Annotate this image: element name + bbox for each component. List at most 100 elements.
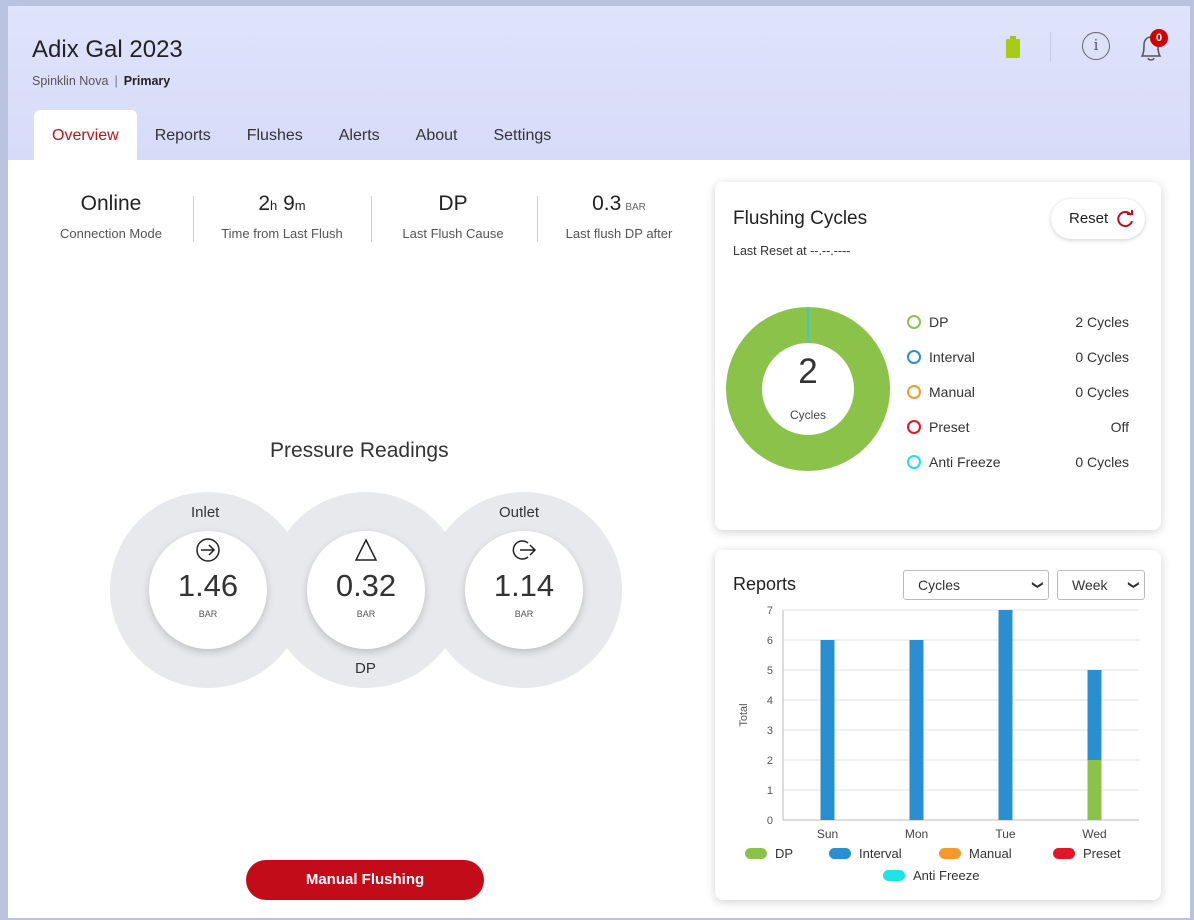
chevron-down-icon: ❯ bbox=[1031, 580, 1044, 590]
header-divider bbox=[1050, 32, 1051, 62]
x-tick-label: Sun bbox=[817, 827, 838, 841]
outlet-value: 1.14 bbox=[493, 568, 555, 603]
y-tick-label: 1 bbox=[767, 785, 773, 797]
chart-legend-preset-label: Preset bbox=[1083, 846, 1121, 861]
notification-badge: 0 bbox=[1150, 29, 1168, 47]
legend-manual-value: 0 Cycles bbox=[1075, 384, 1129, 400]
legend-preset-value: Off bbox=[1110, 419, 1129, 435]
time-from-last-flush-label: Time from Last Flush bbox=[221, 226, 343, 241]
legend-anti-freeze: Anti Freeze 0 Cycles bbox=[907, 452, 1129, 474]
legend-anti-freeze-value: 0 Cycles bbox=[1075, 454, 1129, 470]
x-tick-label: Tue bbox=[995, 827, 1016, 841]
reports-card: Reports Cycles ❯ Week ❯ 0 1 2 3 4 5 6 7 Total Sun… bbox=[715, 550, 1161, 900]
bar-interval-mon bbox=[909, 640, 924, 820]
legend-interval-marker bbox=[907, 350, 921, 364]
app-frame: Adix Gal 2023 Spinklin Nova | Primary i 0 … bbox=[8, 6, 1190, 918]
legend-manual-marker bbox=[907, 385, 921, 399]
legend-interval-value: 0 Cycles bbox=[1075, 349, 1129, 365]
legend-anti-freeze-marker bbox=[907, 455, 921, 469]
tab-about[interactable]: About bbox=[398, 110, 476, 160]
y-tick-label: 0 bbox=[767, 815, 773, 827]
inlet-value: 1.46 bbox=[177, 568, 239, 603]
reset-button[interactable]: Reset bbox=[1051, 199, 1145, 239]
legend-anti-freeze-name: Anti Freeze bbox=[929, 454, 1001, 470]
y-axis-label: Total bbox=[738, 703, 750, 726]
inlet-label: Inlet bbox=[191, 504, 220, 521]
legend-manual-name: Manual bbox=[929, 384, 975, 400]
tab-bar: Overview Reports Flushes Alerts About Se… bbox=[34, 110, 569, 160]
outlet-unit: BAR bbox=[514, 609, 534, 619]
y-tick-label: 6 bbox=[767, 635, 773, 647]
chart-legend-anti-freeze-swatch bbox=[883, 870, 905, 881]
bar-interval-sun bbox=[820, 640, 835, 820]
reports-title: Reports bbox=[733, 574, 797, 594]
legend-interval-name: Interval bbox=[929, 349, 975, 365]
minutes-value: 9 bbox=[283, 192, 295, 215]
last-flush-dp-label: Last flush DP after bbox=[565, 226, 673, 241]
device-model: Spinklin Nova bbox=[32, 74, 109, 88]
bar-interval-tue bbox=[998, 610, 1013, 820]
stat-divider bbox=[193, 196, 194, 242]
legend-dp-name: DP bbox=[929, 314, 949, 330]
legend-preset-marker bbox=[907, 420, 921, 434]
inlet-unit: BAR bbox=[198, 609, 218, 619]
x-tick-label: Mon bbox=[905, 827, 928, 841]
last-flush-cause-label: Last Flush Cause bbox=[402, 226, 504, 241]
y-tick-label: 2 bbox=[767, 755, 773, 767]
arrow-in-circle-icon bbox=[149, 537, 267, 569]
outlet-gauge: 1.14 BAR bbox=[465, 531, 583, 649]
dp-unit: BAR bbox=[356, 609, 376, 619]
hours-unit: h bbox=[270, 198, 278, 213]
legend-preset: Preset Off bbox=[907, 417, 1129, 439]
dp-gauge: 0.32 BAR bbox=[307, 531, 425, 649]
chart-legend-anti-freeze-label: Anti Freeze bbox=[913, 868, 979, 883]
manual-flushing-button[interactable]: Manual Flushing bbox=[246, 860, 484, 900]
outlet-label: Outlet bbox=[499, 504, 540, 521]
y-tick-label: 7 bbox=[767, 605, 773, 617]
hours-value: 2 bbox=[258, 192, 271, 215]
reset-button-label: Reset bbox=[1069, 210, 1109, 227]
chart-legend-interval-swatch bbox=[829, 848, 851, 859]
dp-value: 0.32 bbox=[335, 568, 397, 603]
bar-interval-wed bbox=[1087, 670, 1102, 760]
last-flush-cause-value: DP bbox=[438, 192, 468, 215]
delta-triangle-icon bbox=[307, 537, 425, 569]
pressure-readings-title: Pressure Readings bbox=[270, 439, 449, 462]
chart-legend-preset-swatch bbox=[1053, 848, 1075, 859]
last-reset-text: Last Reset at --.--.---- bbox=[733, 244, 851, 258]
dp-after-value: 0.3 bbox=[592, 192, 622, 215]
stat-last-flush-cause: DP Last Flush Cause bbox=[388, 192, 518, 241]
legend-dp-value: 2 Cycles bbox=[1075, 314, 1129, 330]
legend-dp: DP 2 Cycles bbox=[907, 312, 1129, 334]
legend-dp-marker bbox=[907, 315, 921, 329]
chart-legend-manual-label: Manual bbox=[969, 846, 1012, 861]
y-tick-label: 4 bbox=[767, 695, 773, 707]
stat-time-from-last-flush: 2h 9m Time from Last Flush bbox=[206, 192, 358, 241]
device-role: Primary bbox=[123, 74, 171, 88]
tab-alerts[interactable]: Alerts bbox=[321, 110, 398, 160]
notification-bell-icon[interactable]: 0 bbox=[1136, 29, 1168, 64]
dp-after-unit: BAR bbox=[625, 202, 646, 213]
dp-label: DP bbox=[355, 660, 376, 677]
flushing-cycles-card: Flushing Cycles Last Reset at --.--.----… bbox=[715, 182, 1161, 530]
legend-preset-name: Preset bbox=[929, 419, 970, 435]
bar-dp-wed bbox=[1087, 760, 1102, 820]
minutes-unit: m bbox=[294, 198, 306, 213]
tab-settings[interactable]: Settings bbox=[475, 110, 569, 160]
chart-legend-dp-swatch bbox=[745, 848, 767, 859]
tab-reports[interactable]: Reports bbox=[137, 110, 229, 160]
last-flush-dp-value: 0.3 BAR bbox=[554, 192, 684, 216]
inlet-gauge: 1.46 BAR bbox=[149, 531, 267, 649]
tab-overview[interactable]: Overview bbox=[34, 110, 137, 160]
total-cycles-value: 2 bbox=[798, 352, 818, 391]
page-title: Adix Gal 2023 bbox=[32, 36, 183, 63]
total-cycles-label: Cycles bbox=[789, 408, 826, 422]
info-icon[interactable]: i bbox=[1082, 32, 1110, 60]
stat-divider bbox=[537, 196, 538, 242]
y-tick-label: 3 bbox=[767, 725, 773, 737]
x-tick-label: Wed bbox=[1082, 827, 1106, 841]
connection-mode-label: Connection Mode bbox=[60, 226, 162, 241]
tab-flushes[interactable]: Flushes bbox=[229, 110, 321, 160]
header: Adix Gal 2023 Spinklin Nova | Primary i 0 … bbox=[8, 6, 1190, 160]
chart-legend-manual-swatch bbox=[939, 848, 961, 859]
